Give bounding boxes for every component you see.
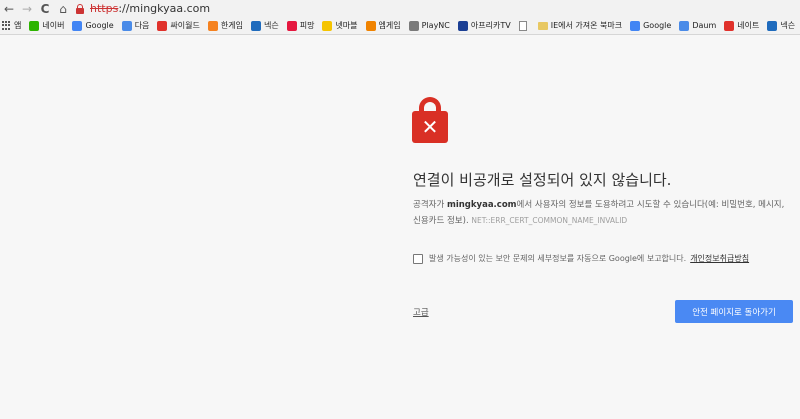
bookmark-item[interactable]: 넷마블: [322, 20, 358, 31]
url-host: ://mingkyaa.com: [118, 2, 211, 15]
bookmark-label: Google: [85, 21, 114, 30]
bookmark-item[interactable]: 넥슨: [767, 20, 795, 31]
browser-toolbar: ← → C ⌂ https://mingkyaa.com: [0, 0, 800, 17]
forward-arrow-icon: →: [21, 1, 33, 16]
bookmark-label: PlayNC: [421, 21, 450, 30]
url-scheme: https: [90, 2, 119, 15]
desc-text-pre: 공격자가: [413, 200, 447, 210]
bookmark-label: 넷마블: [335, 21, 358, 30]
bookmark-item[interactable]: Daum: [679, 20, 717, 31]
error-code[interactable]: NET::ERR_CERT_COMMON_NAME_INVALID: [471, 216, 627, 225]
error-description: 공격자가 mingkyaa.com에서 사용자의 정보를 도용하려고 시도할 수…: [413, 198, 793, 229]
address-bar[interactable]: https://mingkyaa.com: [74, 1, 210, 16]
hangame-icon: [207, 20, 218, 31]
back-arrow-icon: ←: [3, 1, 15, 16]
back-button[interactable]: ←: [0, 0, 18, 17]
bookmark-item[interactable]: IE에서 가져온 북마크: [537, 20, 623, 31]
bookmark-item[interactable]: 싸이월드: [157, 20, 200, 31]
insecure-lock-icon[interactable]: [74, 3, 86, 15]
page-title: 연결이 비공개로 설정되어 있지 않습니다.: [413, 171, 672, 189]
bookmark-label: 아프리카TV: [470, 21, 511, 30]
bookmark-item[interactable]: [518, 20, 530, 31]
bookmark-item[interactable]: 피망: [286, 20, 315, 31]
netmarble-icon: [322, 20, 333, 31]
report-checkbox[interactable]: [413, 253, 423, 264]
bookmark-item[interactable]: 아프리카TV: [457, 20, 511, 31]
bookmark-label: 넥슨: [263, 21, 279, 30]
bookmark-label: 엠게임: [378, 21, 401, 30]
folder-icon: [537, 21, 548, 30]
home-icon: ⌂: [59, 1, 67, 16]
bookmark-label: 피망: [299, 21, 315, 30]
report-option: 발생 가능성이 있는 보안 문제의 세부정보를 자동으로 Google에 보고합…: [413, 253, 749, 264]
nexon-icon: [767, 20, 778, 31]
home-button[interactable]: ⌂: [54, 0, 72, 17]
daum-icon: [121, 20, 132, 31]
bookmark-label: 네이트: [737, 21, 760, 30]
broken-lock-icon: ✕: [412, 97, 448, 143]
naver-icon: [29, 20, 40, 31]
plaync-icon: [408, 20, 419, 31]
mgame-icon: [365, 20, 376, 31]
bookmark-label: 한게임: [220, 21, 243, 30]
bookmark-item[interactable]: 네이트: [724, 20, 759, 31]
back-to-safety-button[interactable]: 안전 페이지로 돌아가기: [675, 300, 793, 323]
bookmark-item[interactable]: PlayNC: [408, 20, 450, 31]
bookmark-label: 앱: [14, 21, 22, 30]
bookmark-label: Daum: [692, 21, 717, 30]
bookmark-item[interactable]: 넥슨: [250, 20, 279, 31]
bookmark-item[interactable]: 엠게임: [365, 20, 401, 31]
reload-button[interactable]: C: [36, 0, 54, 17]
apps-icon: [2, 21, 11, 30]
forward-button[interactable]: →: [18, 0, 36, 17]
google-icon: [72, 20, 83, 31]
nate-icon: [724, 20, 735, 31]
advanced-link[interactable]: 고급: [413, 306, 429, 318]
bookmark-label: 다음: [134, 21, 150, 30]
reload-icon: C: [40, 1, 50, 16]
bookmark-item[interactable]: 네이버: [29, 20, 64, 31]
pmang-icon: [286, 20, 297, 31]
nexon-icon: [250, 20, 261, 31]
daum-icon: [679, 20, 690, 31]
bookmarks-bar: 앱 네이버 Google 다음 싸이월드 한게임 넥슨 피망 넷마블 엠게임 PlayNC 아프리카T…: [0, 17, 800, 35]
bookmark-label: 넥슨: [780, 21, 796, 30]
privacy-policy-link[interactable]: 개인정보취급방침: [690, 253, 749, 264]
cyworld-icon: [157, 20, 168, 31]
google-icon: [630, 20, 641, 31]
page-icon: [518, 20, 527, 31]
bookmark-item[interactable]: Google: [630, 20, 672, 31]
afreecatv-icon: [457, 20, 468, 31]
bookmark-label: 네이버: [42, 21, 65, 30]
bookmark-item[interactable]: Google: [72, 20, 114, 31]
desc-domain: mingkyaa.com: [446, 200, 517, 210]
bookmark-label: IE에서 가져온 북마크: [550, 21, 623, 30]
bookmark-label: 싸이월드: [170, 21, 200, 30]
bookmark-item[interactable]: 앱: [2, 20, 21, 31]
bookmark-item[interactable]: 한게임: [207, 20, 243, 31]
bookmark-item[interactable]: 다음: [121, 20, 150, 31]
report-label: 발생 가능성이 있는 보안 문제의 세부정보를 자동으로 Google에 보고합…: [429, 254, 687, 263]
bookmark-label: Google: [643, 21, 672, 30]
